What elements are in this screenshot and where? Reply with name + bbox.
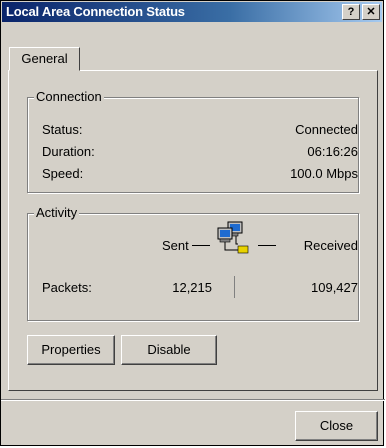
properties-button[interactable]: Properties xyxy=(27,335,115,365)
received-line xyxy=(258,245,276,246)
sent-label: Sent xyxy=(162,238,189,253)
status-label: Status: xyxy=(42,122,83,137)
network-computers-icon xyxy=(217,221,249,254)
speed-label: Speed: xyxy=(42,166,84,181)
title-bar[interactable]: Local Area Connection Status ? ✕ xyxy=(2,2,382,22)
connection-group: Connection Status: Connected Duration: 0… xyxy=(27,89,359,193)
packets-sent-value: 12,215 xyxy=(172,280,212,295)
activity-group-label: Activity xyxy=(34,205,80,220)
status-value: Connected xyxy=(295,122,358,137)
help-button[interactable]: ? xyxy=(342,4,360,20)
duration-value: 06:16:26 xyxy=(307,144,358,159)
sent-line xyxy=(192,245,210,246)
received-label: Received xyxy=(303,238,358,253)
disable-button[interactable]: Disable xyxy=(121,335,217,365)
packets-label: Packets: xyxy=(42,280,92,295)
window-title: Local Area Connection Status xyxy=(6,4,185,19)
connection-group-label: Connection xyxy=(34,89,104,104)
activity-group: Activity Sent Received Packets: 12,215 1… xyxy=(27,205,359,321)
packets-divider xyxy=(234,276,235,298)
tab-panel-general: Connection Status: Connected Duration: 0… xyxy=(8,70,378,391)
packets-received-value: 109,427 xyxy=(311,280,358,295)
tab-general[interactable]: General xyxy=(9,47,80,71)
status-dialog: Local Area Connection Status ? ✕ General… xyxy=(0,0,385,446)
duration-label: Duration: xyxy=(42,144,95,159)
close-icon[interactable]: ✕ xyxy=(362,4,380,20)
close-button[interactable]: Close xyxy=(295,411,378,441)
speed-value: 100.0 Mbps xyxy=(290,166,358,181)
footer-separator xyxy=(1,399,385,401)
